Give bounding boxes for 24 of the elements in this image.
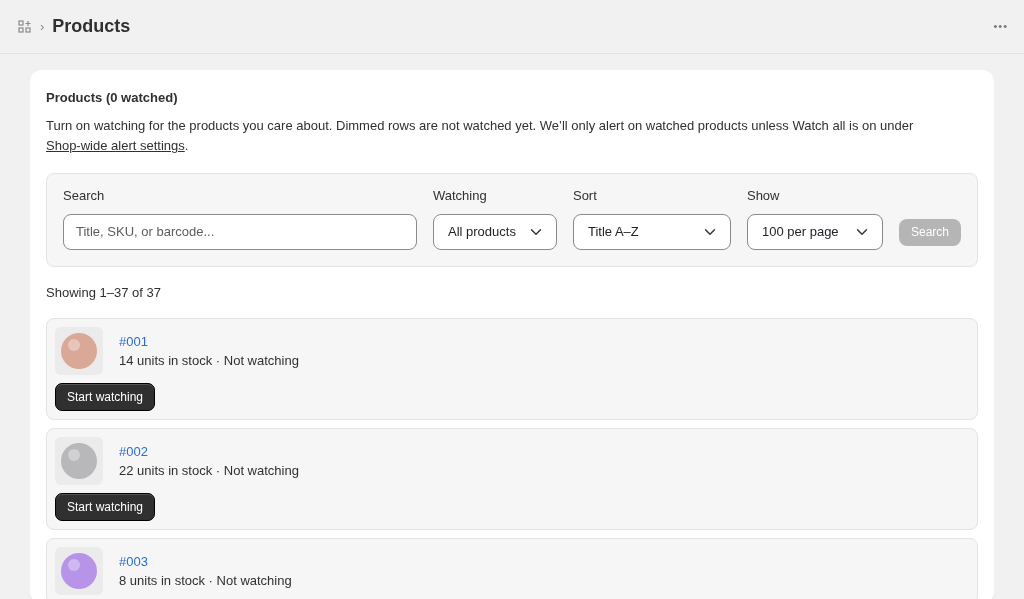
stock-status: 14 units in stock · Not watching — [119, 352, 299, 371]
dropdown[interactable]: 100 per page — [746, 213, 883, 250]
breadcrumb-separator: › — [40, 17, 45, 36]
card-heading: Products (0 watched) — [46, 89, 179, 107]
stock-status: 22 units in stock · Not watching — [119, 462, 299, 481]
dropdown[interactable]: Title A–Z — [572, 213, 731, 250]
alert-settings-link[interactable]: Shop-wide alert settings — [46, 138, 185, 154]
product-link[interactable]: #001 — [119, 331, 148, 352]
product-link[interactable]: #003 — [119, 551, 148, 572]
field-label: Show — [746, 187, 781, 206]
more-menu-button[interactable]: ••• — [993, 18, 1008, 35]
watch-button[interactable]: Start watching — [55, 493, 156, 522]
search-field[interactable]: Title, SKU, or barcode... — [63, 213, 417, 250]
stock-status: 8 units in stock · Not watching — [119, 572, 292, 591]
field-label: Watching — [432, 187, 488, 206]
field-label: Sort — [572, 187, 598, 206]
watch-button[interactable]: Start watching — [55, 383, 156, 412]
results-summary: Showing 1–37 of 37 — [46, 283, 162, 302]
page-title: Products — [52, 15, 131, 38]
dropdown[interactable]: All products — [432, 213, 557, 250]
apps-icon[interactable] — [18, 19, 32, 34]
field-label: Search — [63, 187, 106, 206]
product-link[interactable]: #002 — [119, 441, 148, 462]
card-description: Turn on watching for the products you care about. Dimmed rows are not watched yet. We’ll only alert on watched products unless Watch all is on under Shop-wide alert settings. — [46, 116, 915, 156]
